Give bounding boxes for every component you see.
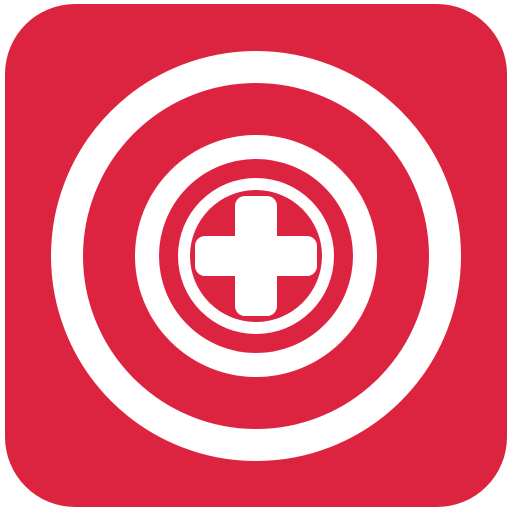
icon-canvas bbox=[0, 0, 512, 512]
app-icon[interactable] bbox=[5, 4, 507, 507]
target-medical-cross-icon bbox=[5, 4, 507, 507]
